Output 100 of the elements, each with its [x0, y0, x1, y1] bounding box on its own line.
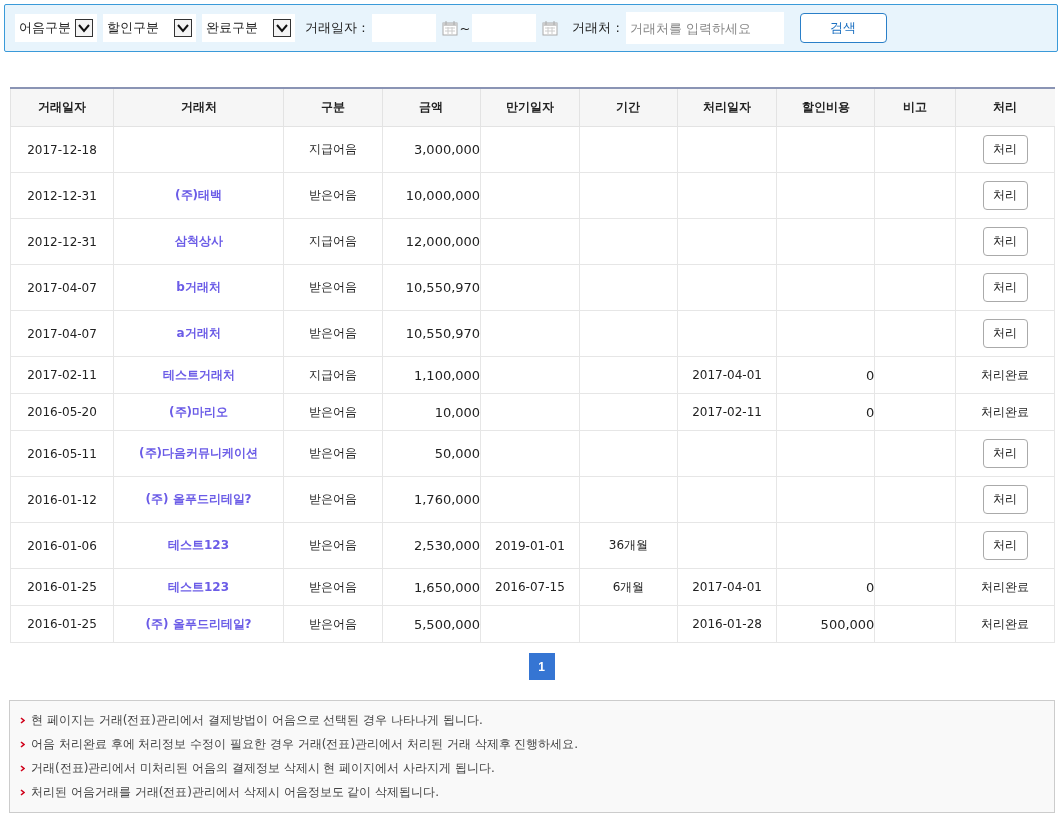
table-cell: 받은어음 — [308, 538, 357, 552]
table-cell: 받은어음 — [308, 404, 357, 419]
table-cell: 1,650,000 — [413, 579, 481, 595]
partner-link[interactable]: 테스트123 — [167, 579, 230, 594]
table-cell: 2017-02-11 — [692, 405, 762, 419]
notice-text: 거래(전표)관리에서 미처리된 어음의 결제정보 삭제시 현 페이지에서 사라지게 됩니다. — [31, 760, 495, 777]
column-header: 만기일자 — [480, 88, 580, 127]
partner-link[interactable]: (주)마리오 — [169, 404, 228, 419]
column-header: 거래일자 — [10, 88, 114, 127]
table-cell: 2017-04-01 — [692, 368, 762, 382]
table-cell: 2017-12-18 — [27, 142, 97, 157]
table-cell: 2016-01-12 — [27, 492, 97, 507]
caret-icon — [75, 19, 93, 37]
dropdown[interactable]: 어음구분 — [15, 14, 97, 42]
date-label: 거래일자 : — [305, 19, 366, 37]
table-cell: 2016-05-11 — [27, 446, 97, 461]
bullet-icon — [20, 765, 25, 772]
table-cell: 2012-12-31 — [27, 234, 97, 249]
table-cell: 받은어음 — [308, 579, 357, 594]
partner-link[interactable]: 삼척상사 — [174, 234, 223, 248]
table-cell: 2017-04-07 — [27, 280, 97, 295]
calendar-icon[interactable] — [441, 20, 458, 36]
column-header: 할인비용 — [776, 88, 875, 127]
partner-label: 거래처 : — [572, 19, 620, 37]
table-cell: 0 — [866, 579, 875, 595]
table-cell: 2,530,000 — [413, 538, 481, 553]
column-header: 금액 — [382, 88, 481, 127]
table-cell: 2017-02-11 — [27, 368, 97, 382]
calendar-icon[interactable] — [542, 20, 559, 36]
table-cell: 2012-12-31 — [27, 188, 97, 203]
table-cell: 10,000 — [434, 404, 481, 420]
status-text: 처리완료 — [981, 404, 1030, 419]
column-header: 거래처 — [113, 88, 284, 127]
table-cell: 500,000 — [820, 616, 875, 632]
table-cell: 0 — [866, 404, 875, 420]
status-text: 처리완료 — [981, 579, 1030, 594]
table-cell: 2016-01-06 — [27, 538, 97, 553]
table-cell: 10,550,970 — [405, 280, 481, 295]
table-cell: 받은어음 — [308, 616, 357, 631]
process-button[interactable]: 처리 — [982, 319, 1028, 348]
process-button[interactable]: 처리 — [982, 227, 1028, 256]
caret-icon — [174, 19, 192, 37]
table-cell: 1,100,000 — [413, 367, 481, 383]
notice-text: 현 페이지는 거래(전표)관리에서 결제방법이 어음으로 선택된 경우 나타나게 됩니다. — [31, 712, 483, 729]
column-header: 처리 — [955, 88, 1055, 127]
notice-text: 어음 처리완료 후에 처리정보 수정이 필요한 경우 거래(전표)관리에서 처리된 거래 삭제후 진행하세요. — [31, 736, 579, 753]
table-cell: 지급어음 — [308, 142, 357, 156]
partner-link[interactable]: 테스트123 — [167, 538, 230, 552]
process-button[interactable]: 처리 — [982, 439, 1028, 468]
partner-link[interactable]: b거래처 — [176, 280, 221, 294]
partner-field[interactable]: 거래처를 입력하세요 — [625, 12, 784, 44]
column-header: 비고 — [874, 88, 956, 127]
partner-link[interactable]: 테스트거래처 — [162, 367, 235, 382]
table-cell: 받은어음 — [308, 280, 357, 294]
process-button[interactable]: 처리 — [982, 273, 1028, 302]
table-cell: 50,000 — [434, 446, 481, 461]
page-button[interactable]: 1 — [528, 653, 555, 680]
table-cell: 2019-01-01 — [495, 538, 565, 553]
status-text: 처리완료 — [981, 367, 1030, 382]
table-cell: 12,000,000 — [405, 234, 481, 249]
table-cell: 2016-07-15 — [495, 580, 565, 594]
table-cell: 2017-04-07 — [27, 326, 97, 341]
table-cell: 받은어음 — [308, 492, 357, 506]
partner-link[interactable]: (주)태백 — [175, 188, 222, 202]
process-button[interactable]: 처리 — [982, 485, 1028, 514]
column-header: 기간 — [579, 88, 678, 127]
table-cell: 2016-01-25 — [27, 617, 97, 631]
bullet-icon — [20, 741, 25, 748]
table-cell: 지급어음 — [308, 367, 357, 382]
partner-link[interactable]: (주) 올푸드리테일? — [145, 492, 252, 506]
partner-link[interactable]: a거래처 — [176, 326, 221, 340]
table-cell: 3,000,000 — [413, 142, 481, 157]
process-button[interactable]: 처리 — [982, 181, 1028, 210]
table-cell: 2016-05-20 — [27, 405, 97, 419]
table-cell: 6개월 — [612, 579, 645, 594]
dropdown[interactable]: 할인구분 — [103, 14, 196, 42]
bullet-icon — [20, 789, 25, 796]
bullet-icon — [20, 717, 25, 724]
table-cell: 10,000,000 — [405, 188, 481, 203]
table-cell: 2016-01-28 — [692, 617, 762, 631]
column-header: 처리일자 — [677, 88, 777, 127]
table-cell: 10,550,970 — [405, 326, 481, 341]
table-cell: 1,760,000 — [413, 492, 481, 507]
table-cell: 받은어음 — [308, 188, 357, 202]
process-button[interactable]: 처리 — [982, 135, 1028, 164]
table-cell: 지급어음 — [308, 234, 357, 248]
range-separator: ~ — [459, 20, 471, 36]
table-cell: 0 — [866, 367, 875, 383]
caret-icon — [273, 19, 291, 37]
table-cell: 5,500,000 — [413, 616, 481, 632]
table-cell: 받은어음 — [308, 326, 357, 340]
table-cell: 2016-01-25 — [27, 580, 97, 594]
process-button[interactable]: 처리 — [982, 531, 1028, 560]
table-cell: 2017-04-01 — [692, 580, 762, 594]
column-header: 구분 — [283, 88, 383, 127]
table-cell: 받은어음 — [308, 446, 357, 460]
notice-text: 처리된 어음거래를 거래(전표)관리에서 삭제시 어음정보도 같이 삭제됩니다. — [31, 784, 440, 801]
search-button[interactable]: 검색 — [799, 13, 887, 43]
dropdown[interactable]: 완료구분 — [202, 14, 295, 42]
table-cell: 36개월 — [608, 538, 649, 552]
